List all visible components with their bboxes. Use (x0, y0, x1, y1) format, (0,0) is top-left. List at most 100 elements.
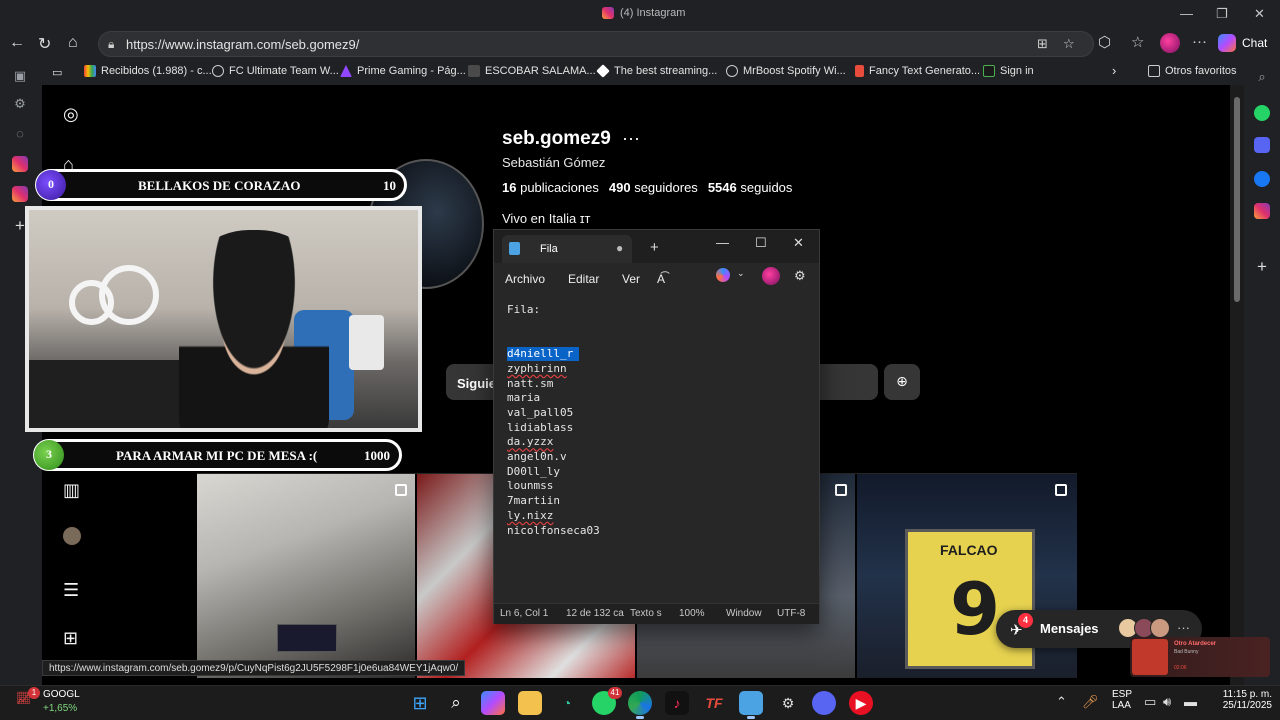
battery-icon[interactable]: ▬ (1184, 694, 1197, 709)
bookmark-gmail[interactable]: Recibidos (1.988) - c... (84, 65, 212, 77)
whatsapp-icon[interactable] (1254, 105, 1270, 121)
bookmark-prime[interactable]: Prime Gaming - Pág... (340, 65, 466, 77)
threads-grid-icon[interactable]: ⊞ (63, 628, 78, 649)
favorites-icon[interactable]: ☆ (1131, 33, 1144, 51)
discord-icon[interactable] (1254, 137, 1270, 153)
search-icon[interactable]: ⌕ (1254, 69, 1270, 85)
restore-icon[interactable]: ❐ (1216, 6, 1228, 22)
add-icon[interactable]: + (1254, 257, 1270, 276)
bookmark-mrboost[interactable]: MrBoost Spotify Wi... (726, 65, 846, 77)
reading-list-icon[interactable]: ▭ (52, 66, 62, 79)
favorite-star-icon[interactable]: ☆ (1063, 36, 1075, 52)
notepad-line[interactable]: angel0n.v (507, 450, 567, 464)
bookmark-escobar[interactable]: ESCOBAR SALAMA... (468, 65, 596, 77)
close-icon[interactable]: ✕ (793, 235, 804, 251)
notepad-text-area[interactable]: Fila: d4nielll_r zyphirinn natt.sm maria val_… (494, 293, 819, 603)
language-indicator[interactable]: ESP LAA (1112, 689, 1132, 711)
app-icon[interactable]: ◌ (12, 126, 28, 142)
notepad-line[interactable]: D00ll_ly (507, 465, 560, 479)
minimize-icon[interactable]: — (716, 235, 729, 250)
notepad-line[interactable]: zyphirinn (507, 362, 567, 376)
account-avatar[interactable] (762, 267, 780, 285)
instagram-icon[interactable] (1254, 203, 1270, 219)
close-icon[interactable]: ✕ (1254, 6, 1265, 22)
following-stat[interactable]: 5546 seguidos (708, 180, 793, 195)
copilot-chat-button[interactable]: Chat (1218, 31, 1276, 55)
more-options-icon[interactable]: ··· (1192, 33, 1207, 50)
notepad-line[interactable]: nicolfonseca03 (507, 524, 600, 538)
unsaved-dot-icon[interactable]: ● (616, 241, 623, 255)
profile-options-button[interactable]: ··· (622, 128, 640, 149)
home-icon[interactable]: ⌂ (68, 34, 78, 52)
menu-editar[interactable]: Editar (568, 272, 599, 286)
tiktok-icon[interactable]: ♪ (665, 691, 689, 715)
split-screen-icon[interactable]: ⊞ (1037, 36, 1048, 52)
bookmark-fancytext[interactable]: Fancy Text Generato... (855, 65, 980, 77)
edge-icon[interactable]: ◔ (555, 691, 579, 715)
notepad-tab[interactable]: Fila ● (502, 235, 632, 263)
profile-avatar[interactable] (1160, 33, 1180, 53)
settings-gear-icon[interactable]: ⚙ (794, 268, 806, 284)
text-format[interactable]: Texto s (630, 608, 662, 619)
notepad-line[interactable]: d4nielll_r (507, 347, 580, 362)
notepad-line[interactable]: lounmss (507, 479, 553, 493)
chevron-down-icon[interactable]: ⌄ (737, 268, 745, 279)
bookmark-streaming[interactable]: The best streaming... (596, 64, 717, 78)
notepad-line[interactable]: Fila: (507, 303, 540, 317)
other-favorites[interactable]: Otros favoritos (1148, 65, 1237, 77)
steam-icon[interactable]: ⚙ (776, 691, 800, 715)
discord-icon[interactable] (812, 691, 836, 715)
notepad-line[interactable]: lidiablass (507, 421, 573, 435)
chevron-right-icon[interactable]: › (1112, 63, 1116, 78)
file-explorer-icon[interactable] (518, 691, 542, 715)
notepad-line[interactable]: 7martiin (507, 494, 560, 508)
volume-icon[interactable]: 🔊︎ (1163, 694, 1171, 710)
scrollbar-thumb[interactable] (1234, 97, 1240, 302)
notepad-line[interactable]: natt.sm (507, 377, 553, 391)
menu-archivo[interactable]: Archivo (505, 272, 545, 286)
dashboard-icon[interactable]: ▥ (63, 480, 80, 501)
reload-icon[interactable]: ↻ (38, 34, 51, 54)
copilot-icon[interactable] (481, 691, 505, 715)
notepad-line[interactable]: val_pall05 (507, 406, 573, 420)
notepad-line[interactable]: da.yzzx (507, 435, 553, 449)
message-button[interactable] (820, 364, 878, 400)
new-tab-icon[interactable]: + (650, 239, 659, 256)
following-button[interactable]: Siguie (446, 364, 500, 400)
page-scrollbar[interactable] (1230, 85, 1244, 685)
extensions-icon[interactable]: ⬡ (1098, 33, 1111, 51)
instagram-icon[interactable] (12, 156, 28, 172)
menu-icon[interactable]: ☰ (63, 580, 79, 601)
instagram-logo-icon[interactable]: ◎ (63, 104, 79, 125)
chevron-up-icon[interactable]: ⌃ (1056, 694, 1067, 710)
address-bar[interactable]: 🔒︎ https://www.instagram.com/seb.gomez9/… (98, 31, 1094, 57)
media-player-widget[interactable]: Otro Atardecer Bad Bunny 02:06 (1130, 637, 1270, 677)
facebook-icon[interactable] (1254, 171, 1270, 187)
whatsapp-icon[interactable]: 41 (592, 687, 622, 715)
tf-app-icon[interactable]: TF (702, 691, 726, 715)
notepad-icon[interactable] (739, 691, 763, 719)
minimize-icon[interactable]: — (1180, 6, 1193, 21)
settings-icon[interactable]: ⚙ (12, 96, 28, 112)
media-app-icon[interactable]: ▶ (849, 691, 873, 715)
copilot-icon[interactable] (716, 268, 730, 282)
zoom-level[interactable]: 100% (679, 608, 705, 619)
instagram-active-icon[interactable] (12, 186, 28, 202)
browser-icon[interactable] (628, 691, 652, 719)
browser-tab-title[interactable]: (4) Instagram (602, 7, 685, 19)
back-icon[interactable]: ← (9, 34, 25, 52)
suggested-users-button[interactable]: ⊕ (884, 364, 920, 400)
start-menu-icon[interactable]: ⊞ (408, 691, 432, 715)
encoding[interactable]: UTF-8 (777, 608, 805, 619)
network-icon[interactable]: ▭ (1144, 694, 1156, 710)
post-thumbnail[interactable] (197, 474, 415, 678)
notepad-line[interactable]: maria (507, 391, 540, 405)
tabs-icon[interactable]: ▣ (12, 68, 28, 84)
menu-ver[interactable]: Ver (622, 272, 640, 286)
maximize-icon[interactable]: ☐ (755, 235, 767, 251)
bookmark-fc[interactable]: FC Ultimate Team W... (212, 65, 339, 77)
notepad-line[interactable]: ly.nixz (507, 509, 553, 523)
microphone-icon[interactable]: 🎤︎ (1082, 694, 1099, 710)
bookmark-signin[interactable]: Sign in (983, 65, 1034, 77)
search-icon[interactable]: ⌕ (444, 691, 468, 715)
